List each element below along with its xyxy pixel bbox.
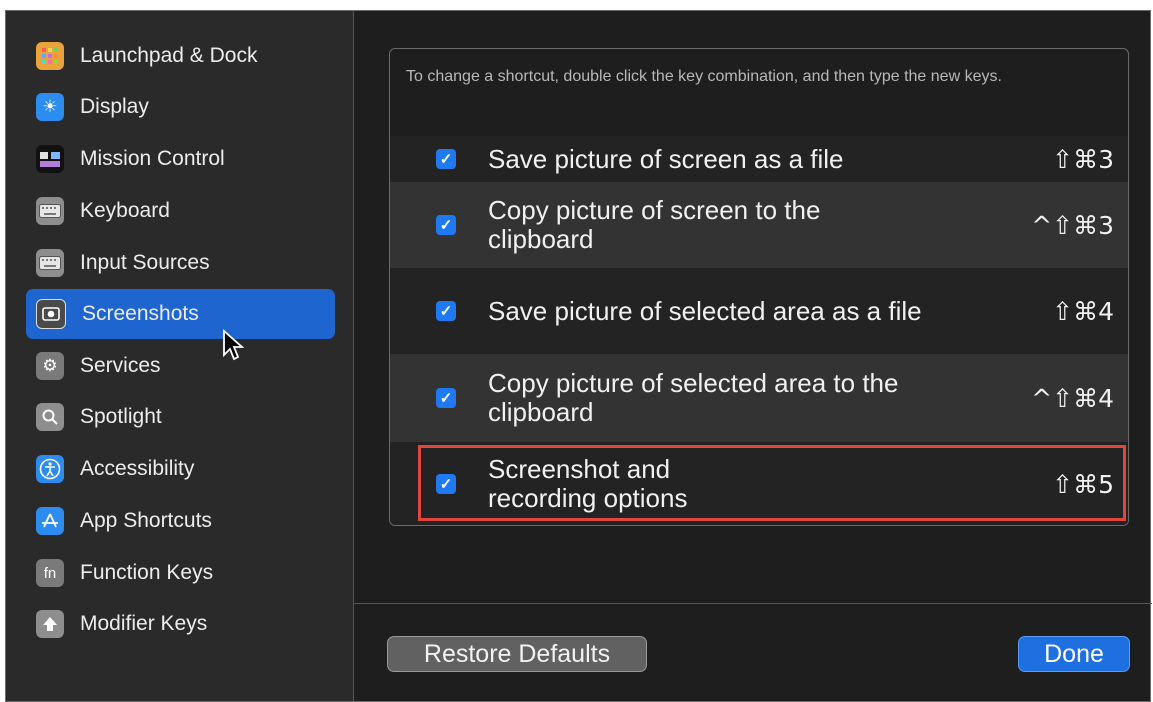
keyboard-shortcuts-window: Launchpad & Dock ☀ Display Mission Contr… [5,10,1152,702]
shortcut-keys[interactable]: ⇧⌘4 [1052,297,1114,326]
sidebar-item-label: Screenshots [82,302,199,325]
shortcut-checkbox[interactable]: ✓ [436,149,456,169]
sidebar-item-app-shortcuts[interactable]: App Shortcuts [26,496,335,546]
shortcut-keys[interactable]: ⇧⌘3 [1052,145,1114,174]
shortcut-keys[interactable]: ^⇧⌘3 [1031,211,1114,240]
sidebar-item-spotlight[interactable]: Spotlight [26,392,335,442]
services-icon: ⚙ [36,352,64,380]
sidebar-item-services[interactable]: ⚙ Services [26,341,335,391]
footer-divider [354,603,1152,604]
modifier-keys-icon [36,610,64,638]
sidebar: Launchpad & Dock ☀ Display Mission Contr… [6,11,354,701]
instructions-text: To change a shortcut, double click the k… [406,68,1002,85]
done-button[interactable]: Done [1018,636,1130,672]
shortcut-checkbox[interactable]: ✓ [436,388,456,408]
sidebar-item-input-sources[interactable]: Input Sources [26,238,335,288]
launchpad-icon [36,42,64,70]
shortcut-checkbox[interactable]: ✓ [436,301,456,321]
sidebar-item-display[interactable]: ☀ Display [26,82,335,132]
sidebar-item-label: Function Keys [80,561,214,584]
sidebar-item-label: App Shortcuts [80,509,212,532]
sidebar-item-label: Mission Control [80,147,225,170]
sidebar-item-mission-control[interactable]: Mission Control [26,134,335,184]
app-shortcuts-icon [36,507,64,535]
accessibility-icon [36,455,64,483]
mouse-pointer-icon [222,328,246,368]
shortcut-label: Save picture of selected area as a file [488,295,922,326]
sidebar-item-keyboard[interactable]: Keyboard [26,186,335,236]
screenshots-icon [36,299,66,329]
mission-control-icon [36,145,64,173]
input-sources-icon [36,249,64,277]
shortcut-row[interactable]: ✓ Copy picture of selected area to the c… [390,354,1128,442]
restore-defaults-button[interactable]: Restore Defaults [387,636,647,672]
sidebar-item-function-keys[interactable]: fn Function Keys [26,548,335,598]
sidebar-item-label: Accessibility [80,457,195,480]
spotlight-icon [36,403,64,431]
sidebar-item-label: Spotlight [80,405,162,428]
sidebar-item-label: Launchpad & Dock [80,44,258,67]
keyboard-icon [36,197,64,225]
sidebar-item-launchpad-dock[interactable]: Launchpad & Dock [26,31,335,81]
shortcut-row[interactable]: ✓ Save picture of selected area as a fil… [390,268,1128,354]
shortcut-label: Copy picture of selected area to the cli… [488,368,899,427]
shortcut-row[interactable]: ✓ Save picture of screen as a file ⇧⌘3 [390,136,1128,182]
sidebar-item-label: Modifier Keys [80,612,208,635]
display-icon: ☀ [36,93,64,121]
sidebar-item-accessibility[interactable]: Accessibility [26,444,335,494]
shortcut-label: Save picture of screen as a file [488,143,844,174]
sidebar-item-label: Keyboard [80,199,170,222]
shortcut-checkbox[interactable]: ✓ [436,215,456,235]
shortcut-label: Copy picture of screen to the clipboard [488,195,821,254]
sidebar-item-modifier-keys[interactable]: Modifier Keys [26,599,335,649]
function-keys-icon: fn [36,559,64,587]
highlight-box [418,445,1126,521]
shortcut-row[interactable]: ✓ Copy picture of screen to the clipboar… [390,182,1128,268]
sidebar-item-label: Input Sources [80,251,210,274]
sidebar-item-screenshots[interactable]: Screenshots [26,289,335,339]
sidebar-item-label: Display [80,95,149,118]
sidebar-item-label: Services [80,354,161,377]
shortcut-keys[interactable]: ^⇧⌘4 [1031,384,1114,413]
